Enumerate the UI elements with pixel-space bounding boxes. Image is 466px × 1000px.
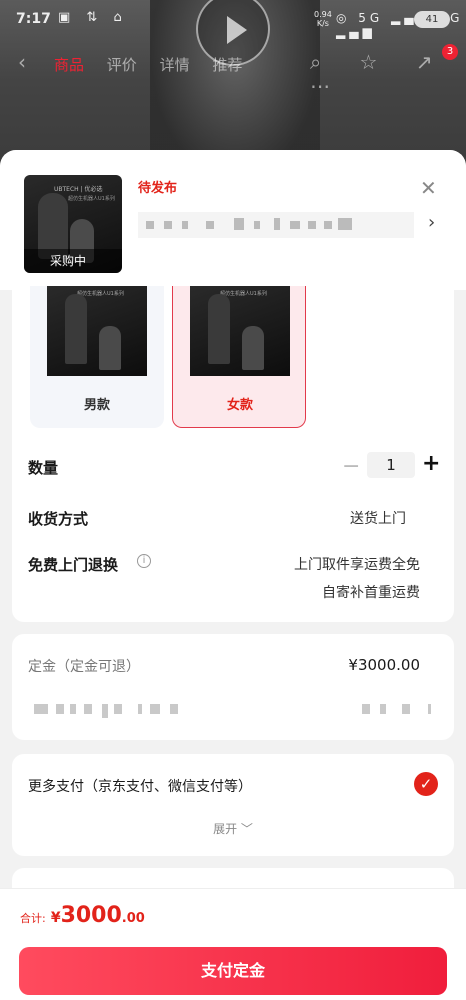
status-time: 7:17: [16, 11, 51, 27]
status-left-icons: ▣ ⇅ ⌂: [58, 10, 128, 25]
purchase-sheet: UBTECH | 优必选 超仿生机器人U1系列 采购中 待发布 ✕ › 超仿生机…: [0, 150, 466, 1000]
nav-action-icons: ⌕ ☆ ↗ ⋯: [310, 50, 449, 98]
release-status: 待发布: [138, 181, 178, 196]
quantity-plus-button[interactable]: +: [422, 451, 440, 476]
chevron-right-icon[interactable]: ›: [428, 212, 435, 233]
delivery-label: 收货方式: [28, 510, 89, 528]
network-speed: 0.94 K/s: [314, 10, 332, 28]
message-badge: 3: [442, 44, 458, 60]
thumb-status-tag: 采购中: [24, 249, 122, 273]
more-payment-label[interactable]: 更多支付（京东支付、微信支付等）: [28, 776, 252, 796]
deposit-card: 定金（定金可退） ¥3000.00: [12, 634, 454, 740]
back-icon: ‹: [18, 50, 26, 74]
total-integer: 3000: [60, 903, 122, 928]
network-speed-value: 0.94: [314, 10, 332, 19]
checkmark-icon[interactable]: ✓: [414, 772, 438, 796]
checkout-footer: 合计: ¥3000.00 支付定金: [0, 888, 466, 1000]
tab-reviews: 评价: [106, 56, 137, 74]
thumb-title: 超仿生机器人U1系列: [68, 196, 115, 202]
pay-deposit-button[interactable]: 支付定金: [19, 947, 447, 995]
quantity-label: 数量: [28, 459, 59, 477]
network-speed-unit: K/s: [316, 19, 329, 28]
tab-recommend: 推荐: [212, 56, 243, 74]
total-amount: 合计: ¥3000.00: [20, 903, 145, 928]
quantity-minus-button[interactable]: −: [342, 454, 360, 479]
free-return-line-1: 上门取件享运费全免: [294, 557, 420, 573]
product-nav-bar: ‹ 商品 评价 详情 推荐 ⌕ ☆ ↗ ⋯ 3: [0, 44, 466, 98]
free-return-label: 免费上门退换: [28, 556, 119, 574]
tab-product: 商品: [54, 56, 85, 74]
free-return-line-2: 自寄补首重运费: [322, 585, 420, 601]
total-label: 合计:: [20, 912, 46, 925]
obscured-text: [34, 704, 184, 718]
variant-label: 男款: [83, 398, 110, 413]
product-thumbnail: UBTECH | 优必选 超仿生机器人U1系列 采购中: [24, 175, 122, 273]
tab-details: 详情: [159, 56, 190, 74]
delivery-value[interactable]: 送货上门: [350, 508, 406, 528]
spec-panel: 超仿生机器人U1系列 男款 超仿生机器人U1系列 女款 数量 − 1 + 收货方…: [12, 286, 454, 622]
variant-option-female[interactable]: 超仿生机器人U1系列 女款: [172, 286, 306, 428]
expand-button[interactable]: 展开 ﹀: [12, 820, 454, 837]
variant-option-male[interactable]: 超仿生机器人U1系列 男款: [30, 286, 164, 428]
total-decimal: .00: [121, 911, 145, 926]
product-header: UBTECH | 优必选 超仿生机器人U1系列 采购中 待发布 ✕ ›: [0, 150, 466, 290]
variant-label: 女款: [226, 398, 253, 413]
variant-image: 超仿生机器人U1系列: [190, 286, 290, 376]
thumb-brand: UBTECH | 优必选: [54, 186, 103, 193]
variant-image: 超仿生机器人U1系列: [47, 286, 147, 376]
payment-card: 更多支付（京东支付、微信支付等） ✓ 展开 ﹀: [12, 754, 454, 856]
product-name-obscured[interactable]: [138, 212, 414, 238]
deposit-value: ¥3000.00: [348, 656, 420, 674]
obscured-text: [362, 704, 442, 718]
total-currency: ¥: [50, 910, 61, 926]
deposit-label: 定金（定金可退）: [28, 659, 140, 675]
battery-icon: 41: [414, 11, 450, 28]
nav-tabs: 商品 评价 详情 推荐: [54, 54, 260, 75]
close-icon[interactable]: ✕: [420, 176, 437, 200]
info-icon[interactable]: i: [137, 554, 151, 568]
quantity-value[interactable]: 1: [367, 452, 415, 478]
status-bar: 7:17 ▣ ⇅ ⌂ 0.94 K/s ◎ 5G ▂▄▆ 5G ▂▄▆ 41: [0, 0, 466, 39]
